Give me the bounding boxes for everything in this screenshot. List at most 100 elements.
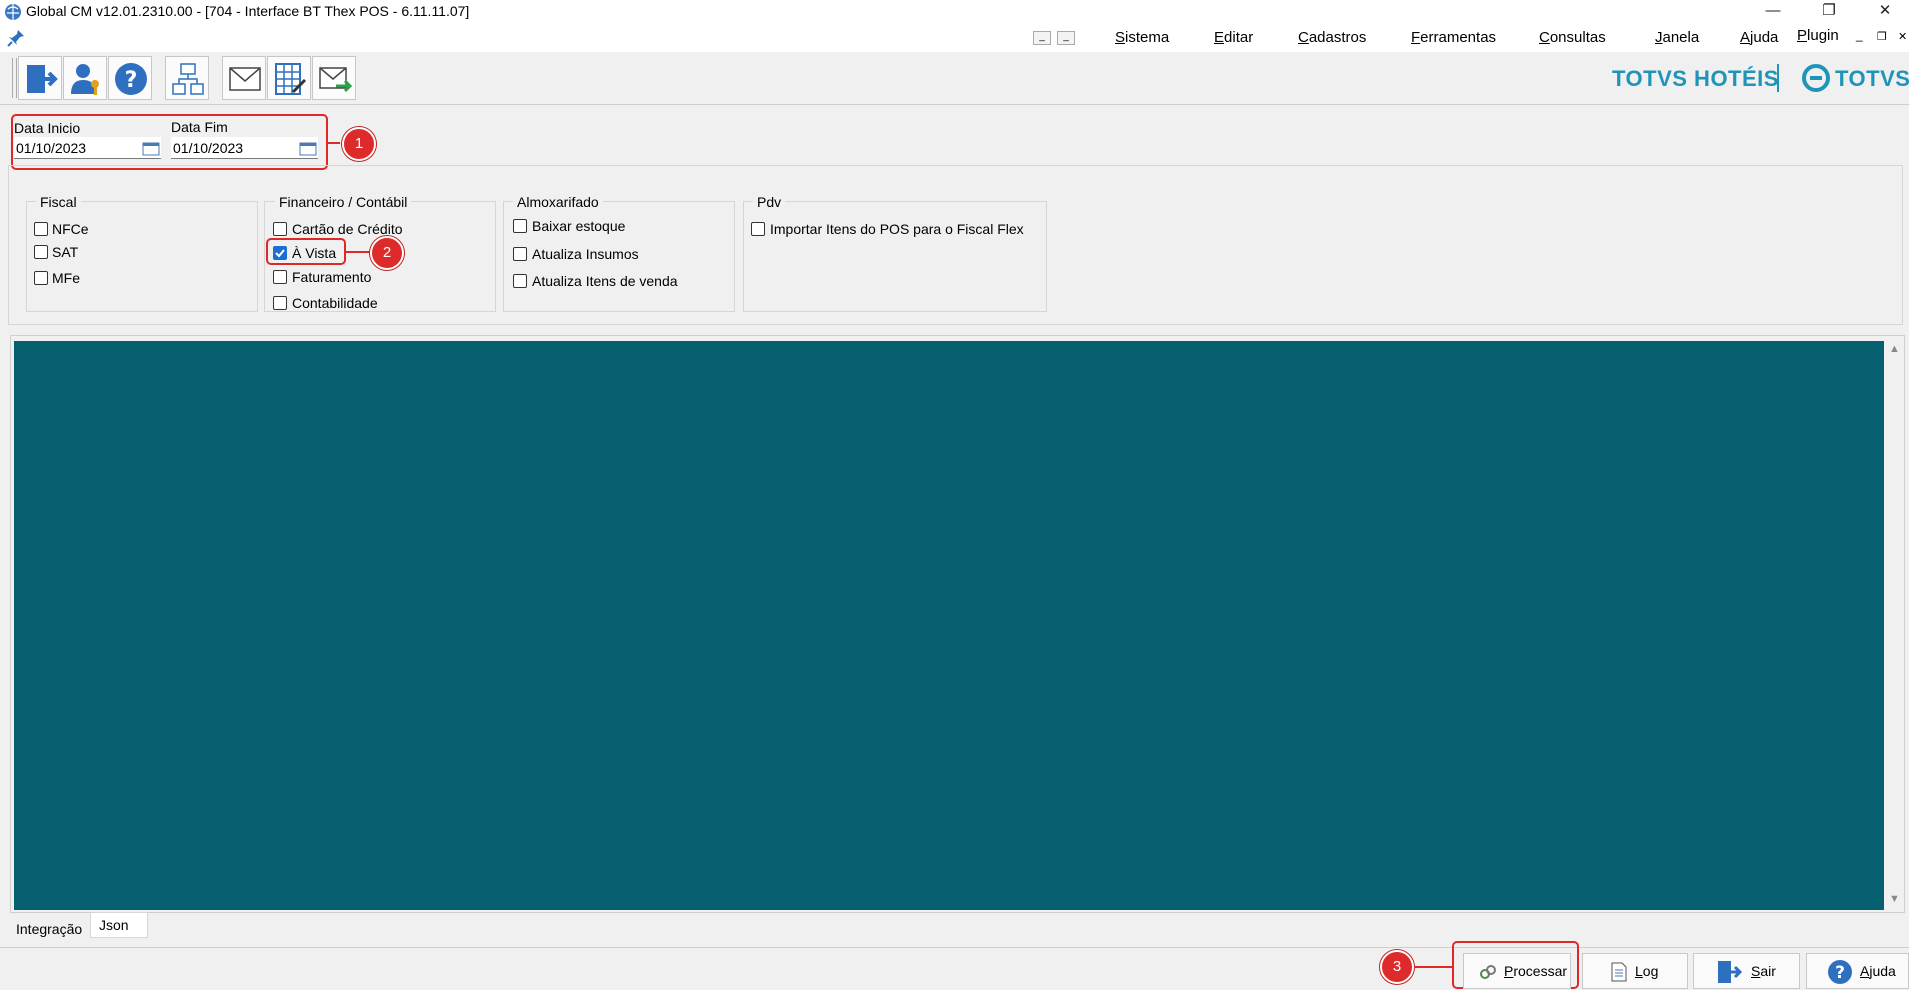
start-date-label: Data Inicio bbox=[14, 120, 81, 136]
vertical-scrollbar[interactable]: ▲ ▼ bbox=[1886, 341, 1902, 910]
nfce-checkbox[interactable] bbox=[34, 222, 48, 236]
mail-forward-icon bbox=[319, 67, 352, 93]
annotation-leader-2 bbox=[346, 251, 370, 253]
menu-ajuda[interactable]: Ajuda bbox=[1740, 29, 1778, 46]
sair-button[interactable]: Sair bbox=[1693, 953, 1800, 989]
processar-button[interactable]: Processar bbox=[1463, 953, 1571, 989]
start-date-value: 01/10/2023 bbox=[16, 140, 87, 156]
atualiza-itens-venda-checkbox[interactable] bbox=[513, 274, 527, 288]
toolbar-grip bbox=[12, 58, 17, 98]
menu-ferramentas[interactable]: Ferramentas bbox=[1411, 29, 1496, 46]
link-icon bbox=[1480, 965, 1496, 979]
baixar-estoque-checkbox[interactable] bbox=[513, 219, 527, 233]
tab-json-label: Json bbox=[99, 917, 129, 933]
brand-totvs-hoteis: TOTVS HOTÉIS bbox=[1612, 66, 1779, 91]
atualiza-insumos-label: Atualiza Insumos bbox=[532, 246, 639, 262]
tab-json[interactable]: Json bbox=[90, 912, 148, 938]
log-button[interactable]: Log bbox=[1582, 953, 1688, 989]
end-date-value: 01/10/2023 bbox=[173, 140, 244, 156]
sat-label: SAT bbox=[52, 244, 79, 260]
brand-totvs: TOTVS bbox=[1835, 66, 1909, 91]
sair-label: Sair bbox=[1751, 963, 1776, 979]
window-title: Global CM v12.01.2310.00 - [704 - Interf… bbox=[26, 3, 470, 19]
close-button[interactable]: ✕ bbox=[1862, 0, 1908, 24]
toolbar: ? TOTVS HOTÉIS TOTVS bbox=[0, 52, 1909, 105]
menu-sistema[interactable]: Sistema bbox=[1115, 29, 1169, 46]
annotation-leader-1 bbox=[328, 142, 340, 144]
a-vista-checkbox[interactable] bbox=[273, 246, 287, 260]
processar-label: Processar bbox=[1504, 963, 1568, 979]
mfe-label: MFe bbox=[52, 270, 80, 286]
calculator-icon bbox=[275, 63, 307, 95]
hierarchy-icon bbox=[172, 63, 204, 95]
faturamento-checkbox[interactable] bbox=[273, 270, 287, 284]
restore-button[interactable]: ❐ bbox=[1806, 0, 1852, 24]
menu-janela[interactable]: Janela bbox=[1655, 29, 1699, 46]
atualiza-itens-venda-label: Atualiza Itens de venda bbox=[532, 273, 678, 289]
scroll-down-icon[interactable]: ▼ bbox=[1889, 893, 1900, 905]
menu-bar: _ _ Sistema Editar Cadastros Ferramentas… bbox=[0, 24, 1909, 53]
baixar-estoque-label: Baixar estoque bbox=[532, 218, 626, 234]
child-close-button[interactable]: ✕ bbox=[1898, 30, 1907, 43]
atualiza-insumos-checkbox[interactable] bbox=[513, 247, 527, 261]
ajuda-button[interactable]: ? Ajuda bbox=[1806, 953, 1909, 989]
fiscal-group-title: Fiscal bbox=[36, 194, 81, 210]
mdi-minimize-button[interactable]: _ bbox=[1033, 31, 1051, 45]
calendar-icon[interactable] bbox=[299, 140, 317, 156]
cartao-credito-checkbox[interactable] bbox=[273, 222, 287, 236]
help-icon: ? bbox=[115, 63, 147, 95]
log-label: Log bbox=[1635, 963, 1659, 979]
contabilidade-label: Contabilidade bbox=[292, 295, 378, 311]
help-button[interactable]: ? bbox=[108, 56, 152, 100]
nfce-label: NFCe bbox=[52, 221, 89, 237]
brand-divider bbox=[1777, 64, 1779, 92]
mail-forward-button[interactable] bbox=[312, 56, 356, 100]
svg-text:?: ? bbox=[1835, 963, 1845, 983]
exit-button[interactable] bbox=[18, 56, 62, 100]
tab-integracao[interactable]: Integração bbox=[16, 921, 82, 937]
menu-consultas[interactable]: Consultas bbox=[1539, 29, 1606, 46]
almoxarifado-group-title: Almoxarifado bbox=[513, 194, 603, 210]
mfe-checkbox[interactable] bbox=[34, 271, 48, 285]
minimize-button[interactable]: — bbox=[1750, 0, 1796, 24]
mdi-restore-button[interactable]: _ bbox=[1057, 31, 1075, 45]
exit-door-icon bbox=[1718, 961, 1742, 983]
user-key-icon bbox=[71, 64, 99, 95]
title-bar: Global CM v12.01.2310.00 - [704 - Interf… bbox=[0, 0, 1909, 24]
faturamento-label: Faturamento bbox=[292, 269, 372, 285]
end-date-label: Data Fim bbox=[171, 119, 228, 135]
sat-checkbox[interactable] bbox=[34, 245, 48, 259]
ajuda-label: Ajuda bbox=[1860, 963, 1896, 979]
pin-icon[interactable] bbox=[6, 28, 26, 48]
calendar-icon[interactable] bbox=[142, 140, 160, 156]
mail-button[interactable] bbox=[222, 56, 266, 100]
cartao-credito-label: Cartão de Crédito bbox=[292, 221, 403, 237]
annotation-badge-2: 2 bbox=[370, 236, 404, 270]
totvs-logo-icon bbox=[1802, 64, 1830, 92]
mail-icon bbox=[229, 67, 261, 91]
annotation-badge-3: 3 bbox=[1380, 950, 1414, 984]
annotation-leader-3 bbox=[1414, 966, 1452, 968]
exit-door-icon bbox=[27, 65, 58, 93]
hierarchy-button[interactable] bbox=[165, 56, 209, 100]
menu-plugin[interactable]: Plugin bbox=[1797, 27, 1839, 44]
user-key-button[interactable] bbox=[63, 56, 107, 100]
financeiro-group-title: Financeiro / Contábil bbox=[275, 194, 412, 210]
calculator-button[interactable] bbox=[267, 56, 311, 100]
menu-editar[interactable]: Editar bbox=[1214, 29, 1253, 46]
end-date-input[interactable]: 01/10/2023 bbox=[171, 137, 318, 159]
pdv-group-title: Pdv bbox=[753, 194, 786, 210]
importar-itens-checkbox[interactable] bbox=[751, 222, 765, 236]
contabilidade-checkbox[interactable] bbox=[273, 296, 287, 310]
globe-icon bbox=[5, 4, 21, 20]
document-icon bbox=[1611, 962, 1627, 982]
menu-cadastros[interactable]: Cadastros bbox=[1298, 29, 1366, 46]
integration-output-panel[interactable] bbox=[14, 341, 1884, 910]
scroll-up-icon[interactable]: ▲ bbox=[1889, 343, 1900, 355]
help-icon: ? bbox=[1828, 960, 1852, 984]
start-date-input[interactable]: 01/10/2023 bbox=[14, 137, 161, 159]
child-restore-button[interactable]: ❐ bbox=[1877, 30, 1887, 43]
child-minimize-button[interactable]: _ bbox=[1856, 28, 1863, 42]
a-vista-label: À Vista bbox=[292, 245, 337, 261]
svg-text:?: ? bbox=[125, 68, 138, 93]
